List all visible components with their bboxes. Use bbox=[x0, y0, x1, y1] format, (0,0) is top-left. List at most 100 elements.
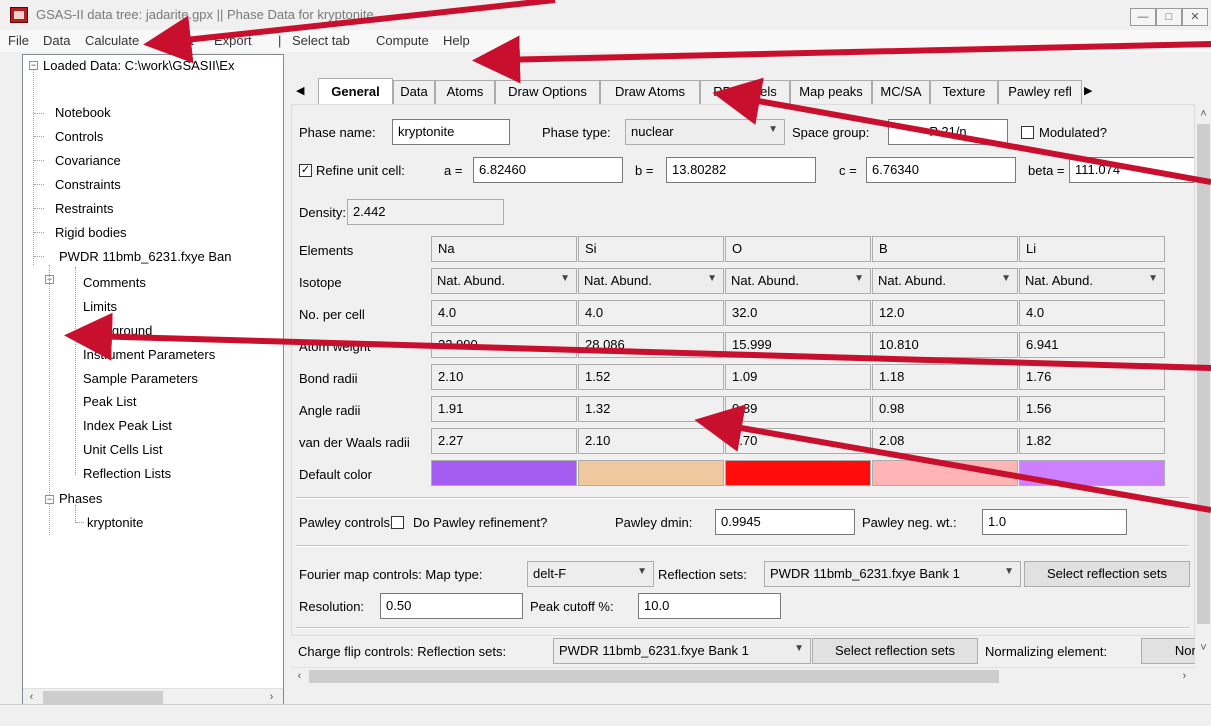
cell-b-input[interactable]: 13.80282 bbox=[666, 157, 816, 183]
tree-item-sample-parameters[interactable]: Sample Parameters bbox=[83, 371, 198, 387]
tab-mc-sa[interactable]: MC/SA bbox=[872, 80, 930, 104]
menu-select-tab[interactable]: Select tab bbox=[292, 33, 350, 48]
menu-file[interactable]: File bbox=[8, 33, 29, 48]
cell-beta-input[interactable]: 111.074 bbox=[1069, 157, 1194, 183]
tree-item-unit-cells-list[interactable]: Unit Cells List bbox=[83, 442, 162, 458]
vdw-radii-cell[interactable]: 1.70 bbox=[725, 428, 871, 454]
collapse-icon[interactable]: − bbox=[29, 61, 38, 70]
tab-texture[interactable]: Texture bbox=[930, 80, 998, 104]
tab-rb-models[interactable]: RB Models bbox=[700, 80, 790, 104]
element-color-swatch[interactable] bbox=[578, 460, 724, 486]
isotope-select[interactable]: Nat. Abund. ▼ bbox=[1019, 268, 1165, 294]
phase-name-input[interactable]: kryptonite bbox=[392, 119, 510, 145]
scroll-up-icon[interactable]: ˄ bbox=[1195, 106, 1211, 123]
element-color-swatch[interactable] bbox=[1019, 460, 1165, 486]
isotope-select[interactable]: Nat. Abund. ▼ bbox=[578, 268, 724, 294]
tree-item-controls[interactable]: Controls bbox=[55, 129, 103, 145]
charge-flip-select-reflection-sets-button[interactable]: Select reflection sets bbox=[812, 638, 978, 664]
menu-export[interactable]: Export bbox=[214, 33, 252, 48]
pawley-dmin-input[interactable]: 0.9945 bbox=[715, 509, 855, 535]
angle-radii-cell[interactable]: 1.56 bbox=[1019, 396, 1165, 422]
scrollbar-thumb[interactable] bbox=[43, 691, 163, 704]
content-horizontal-scrollbar[interactable]: ‹ › bbox=[291, 667, 1195, 684]
tab-draw-atoms[interactable]: Draw Atoms bbox=[600, 80, 700, 104]
tab-data[interactable]: Data bbox=[393, 80, 435, 104]
angle-radii-cell[interactable]: 0.89 bbox=[725, 396, 871, 422]
fourier-select-reflection-sets-button[interactable]: Select reflection sets bbox=[1024, 561, 1190, 587]
menu-data[interactable]: Data bbox=[43, 33, 70, 48]
content-vertical-scrollbar[interactable]: ˄ ˅ bbox=[1195, 104, 1211, 654]
tab-map-peaks[interactable]: Map peaks bbox=[790, 80, 872, 104]
refine-unit-cell-checkbox[interactable]: ✓ bbox=[299, 164, 312, 177]
scrollbar-thumb[interactable] bbox=[1197, 124, 1210, 624]
charge-flip-reflection-set-select[interactable]: PWDR 11bmb_6231.fxye Bank 1 ▼ bbox=[553, 638, 811, 664]
vdw-radii-cell[interactable]: 2.08 bbox=[872, 428, 1018, 454]
bond-radii-cell[interactable]: 2.10 bbox=[431, 364, 577, 390]
tree-item-reflection-lists[interactable]: Reflection Lists bbox=[83, 466, 171, 482]
tree-item-covariance[interactable]: Covariance bbox=[55, 153, 121, 169]
bond-radii-cell[interactable]: 1.18 bbox=[872, 364, 1018, 390]
tree-item-peak-list[interactable]: Peak List bbox=[83, 394, 136, 410]
cell-a-input[interactable]: 6.82460 bbox=[473, 157, 623, 183]
isotope-select[interactable]: Nat. Abund. ▼ bbox=[872, 268, 1018, 294]
bond-radii-cell[interactable]: 1.09 bbox=[725, 364, 871, 390]
element-color-swatch[interactable] bbox=[725, 460, 871, 486]
pawley-neg-wt-input[interactable]: 1.0 bbox=[982, 509, 1127, 535]
charge-flip-controls-label: Charge flip controls: Reflection sets: bbox=[298, 644, 507, 659]
menu-help[interactable]: Help bbox=[443, 33, 470, 48]
scrollbar-thumb[interactable] bbox=[309, 670, 999, 683]
vdw-radii-cell[interactable]: 2.27 bbox=[431, 428, 577, 454]
collapse-icon[interactable]: − bbox=[45, 495, 54, 504]
tree-item-limits[interactable]: Limits bbox=[83, 299, 117, 315]
angle-radii-cell[interactable]: 1.91 bbox=[431, 396, 577, 422]
cell-c-input[interactable]: 6.76340 bbox=[866, 157, 1016, 183]
tree-item-kryptonite[interactable]: kryptonite bbox=[87, 515, 143, 531]
pawley-refinement-checkbox[interactable] bbox=[391, 516, 404, 529]
isotope-select[interactable]: Nat. Abund. ▼ bbox=[725, 268, 871, 294]
bond-radii-cell[interactable]: 1.52 bbox=[578, 364, 724, 390]
tree-item-phases[interactable]: Phases bbox=[59, 491, 102, 507]
scroll-right-icon[interactable]: › bbox=[1176, 668, 1193, 685]
modulated-checkbox[interactable] bbox=[1021, 126, 1034, 139]
fourier-reflection-set-select[interactable]: PWDR 11bmb_6231.fxye Bank 1 ▼ bbox=[764, 561, 1021, 587]
angle-radii-cell[interactable]: 1.32 bbox=[578, 396, 724, 422]
map-type-select[interactable]: delt-F ▼ bbox=[527, 561, 654, 587]
tab-scroll-left-icon[interactable]: ◀ bbox=[296, 84, 304, 97]
space-group-input[interactable]: P 21/n bbox=[888, 119, 1008, 145]
tab-general[interactable]: General bbox=[318, 78, 393, 104]
element-color-swatch[interactable] bbox=[431, 460, 577, 486]
tree-item-comments[interactable]: Comments bbox=[83, 275, 146, 291]
resolution-input[interactable]: 0.50 bbox=[380, 593, 523, 619]
tree-item-restraints[interactable]: Restraints bbox=[55, 201, 114, 217]
tree-root[interactable]: Loaded Data: C:\work\GSASII\Ex bbox=[43, 58, 234, 74]
tree-item-background[interactable]: Background bbox=[83, 323, 152, 339]
vdw-radii-cell[interactable]: 1.82 bbox=[1019, 428, 1165, 454]
tree-item-rigid-bodies[interactable]: Rigid bodies bbox=[55, 225, 127, 241]
tab-atoms[interactable]: Atoms bbox=[435, 80, 495, 104]
bond-radii-cell[interactable]: 1.76 bbox=[1019, 364, 1165, 390]
normalizing-element-button[interactable]: None bbox=[1141, 638, 1195, 664]
menu-calculate[interactable]: Calculate bbox=[85, 33, 139, 48]
element-color-swatch[interactable] bbox=[872, 460, 1018, 486]
tab-draw-options[interactable]: Draw Options bbox=[495, 80, 600, 104]
tree-item-histogram[interactable]: PWDR 11bmb_6231.fxye Ban bbox=[59, 249, 231, 265]
menu-import[interactable]: Import bbox=[157, 33, 194, 48]
tree-item-constraints[interactable]: Constraints bbox=[55, 177, 121, 193]
scroll-left-icon[interactable]: ‹ bbox=[291, 668, 308, 685]
tree-item-instrument-parameters[interactable]: Instrument Parameters bbox=[83, 347, 215, 363]
maximize-button[interactable]: □ bbox=[1156, 8, 1182, 26]
menu-compute[interactable]: Compute bbox=[376, 33, 429, 48]
tab-pawley-refl[interactable]: Pawley refl bbox=[998, 80, 1082, 104]
tree-item-index-peak-list[interactable]: Index Peak List bbox=[83, 418, 172, 434]
scroll-down-icon[interactable]: ˅ bbox=[1195, 640, 1211, 657]
angle-radii-cell[interactable]: 0.98 bbox=[872, 396, 1018, 422]
peak-cutoff-input[interactable]: 10.0 bbox=[638, 593, 781, 619]
close-button[interactable]: ✕ bbox=[1182, 8, 1208, 26]
isotope-select[interactable]: Nat. Abund. ▼ bbox=[431, 268, 577, 294]
minimize-button[interactable]: — bbox=[1130, 8, 1156, 26]
tree-horizontal-scrollbar[interactable]: ‹ › bbox=[23, 688, 283, 705]
tree-item-notebook[interactable]: Notebook bbox=[55, 105, 111, 121]
phase-type-select[interactable]: nuclear ▼ bbox=[625, 119, 785, 145]
vdw-radii-cell[interactable]: 2.10 bbox=[578, 428, 724, 454]
tab-scroll-right-icon[interactable]: ▶ bbox=[1084, 84, 1092, 97]
